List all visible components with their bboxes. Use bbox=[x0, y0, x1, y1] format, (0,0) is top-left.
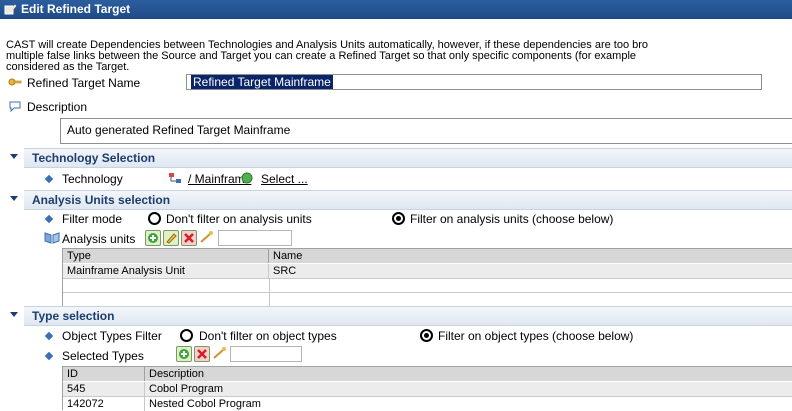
types-search-field[interactable] bbox=[230, 346, 302, 362]
column-divider bbox=[269, 293, 270, 307]
bullet-icon bbox=[44, 214, 54, 224]
edit-target-icon bbox=[4, 4, 17, 15]
intro-text: CAST will create Dependencies between Te… bbox=[6, 40, 792, 73]
table-row[interactable]: Mainframe Analysis Unit SRC bbox=[63, 264, 792, 279]
technology-tree-icon bbox=[169, 173, 181, 183]
add-type-button[interactable] bbox=[176, 346, 192, 362]
pencil-icon bbox=[166, 233, 177, 244]
analysis-no-filter-radio[interactable] bbox=[148, 212, 161, 225]
intro-line: considered as the Target. bbox=[6, 61, 130, 73]
column-header-type[interactable]: Type bbox=[63, 249, 269, 263]
empty-table-row bbox=[63, 279, 792, 293]
column-header-description[interactable]: Description bbox=[145, 367, 792, 381]
types-no-filter-radio[interactable] bbox=[180, 329, 193, 342]
select-technology-icon[interactable] bbox=[241, 172, 253, 184]
analysis-filter-label: Filter on analysis units (choose below) bbox=[410, 212, 614, 226]
analysis-units-search-field[interactable] bbox=[218, 230, 292, 246]
column-header-id[interactable]: ID bbox=[63, 367, 145, 381]
description-value: Auto generated Refined Target Mainframe bbox=[67, 123, 291, 137]
analysis-filter-radio[interactable] bbox=[392, 212, 405, 225]
type-section-header[interactable]: Type selection bbox=[10, 306, 792, 326]
dialog-title: Edit Refined Target bbox=[21, 2, 131, 16]
technology-label: Technology bbox=[62, 172, 123, 186]
selected-types-table: ID Description 545 Cobol Program 142072 … bbox=[62, 366, 792, 411]
analysis-units-section-title: Analysis Units selection bbox=[32, 193, 171, 207]
analysis-units-table: Type Name Mainframe Analysis Unit SRC bbox=[62, 248, 792, 308]
technology-section-header[interactable]: Technology Selection bbox=[10, 148, 792, 168]
collapse-toggle-icon bbox=[10, 154, 18, 159]
delete-icon bbox=[197, 349, 207, 359]
bullet-icon bbox=[44, 351, 54, 361]
empty-table-row bbox=[63, 293, 792, 307]
cell-description: Cobol Program bbox=[149, 383, 223, 395]
analysis-units-icon bbox=[44, 232, 60, 244]
delete-icon bbox=[184, 233, 194, 243]
select-technology-link[interactable]: Select ... bbox=[261, 172, 308, 186]
dialog-title-bar: Edit Refined Target bbox=[0, 0, 792, 19]
refined-target-name-input[interactable]: Refined Target Mainframe bbox=[186, 74, 762, 90]
type-section-title: Type selection bbox=[32, 309, 115, 323]
cell-id: 545 bbox=[63, 382, 145, 396]
technology-section-title: Technology Selection bbox=[32, 151, 156, 165]
remove-type-button[interactable] bbox=[194, 346, 210, 362]
bullet-icon bbox=[44, 331, 54, 341]
remove-analysis-unit-button[interactable] bbox=[181, 230, 197, 246]
add-icon bbox=[148, 233, 158, 243]
types-filter-label: Filter on object types (choose below) bbox=[438, 329, 634, 343]
types-filter-radio[interactable] bbox=[420, 329, 433, 342]
analysis-units-label: Analysis units bbox=[62, 232, 136, 246]
selected-types-label: Selected Types bbox=[62, 349, 144, 363]
table-header: Type Name bbox=[63, 249, 792, 263]
key-icon bbox=[8, 78, 22, 86]
analysis-units-section-header[interactable]: Analysis Units selection bbox=[10, 190, 792, 210]
wand-icon[interactable] bbox=[212, 346, 228, 360]
comment-icon bbox=[9, 101, 21, 112]
table-row[interactable]: 545 Cobol Program bbox=[63, 382, 792, 397]
description-label: Description bbox=[27, 100, 88, 114]
cell-name: SRC bbox=[273, 265, 297, 277]
add-analysis-unit-button[interactable] bbox=[145, 230, 161, 246]
collapse-toggle-icon bbox=[10, 312, 18, 317]
bullet-icon bbox=[44, 174, 54, 184]
collapse-toggle-icon bbox=[10, 196, 18, 201]
edit-analysis-unit-button[interactable] bbox=[163, 230, 179, 246]
analysis-no-filter-label: Don't filter on analysis units bbox=[166, 212, 312, 226]
analysis-filter-mode-label: Filter mode bbox=[62, 212, 123, 226]
types-no-filter-label: Don't filter on object types bbox=[199, 329, 337, 343]
column-divider bbox=[269, 279, 270, 292]
cell-type: Mainframe Analysis Unit bbox=[63, 264, 269, 278]
object-types-filter-label: Object Types Filter bbox=[62, 329, 162, 343]
table-row[interactable]: 142072 Nested Cobol Program bbox=[63, 397, 792, 411]
refined-target-name-label: Refined Target Name bbox=[27, 76, 141, 90]
column-header-name[interactable]: Name bbox=[269, 249, 792, 263]
wand-icon[interactable] bbox=[199, 230, 215, 244]
table-header: ID Description bbox=[63, 367, 792, 381]
description-field[interactable]: Auto generated Refined Target Mainframe bbox=[60, 118, 792, 144]
refined-target-name-value: Refined Target Mainframe bbox=[191, 75, 333, 89]
add-icon bbox=[179, 349, 189, 359]
